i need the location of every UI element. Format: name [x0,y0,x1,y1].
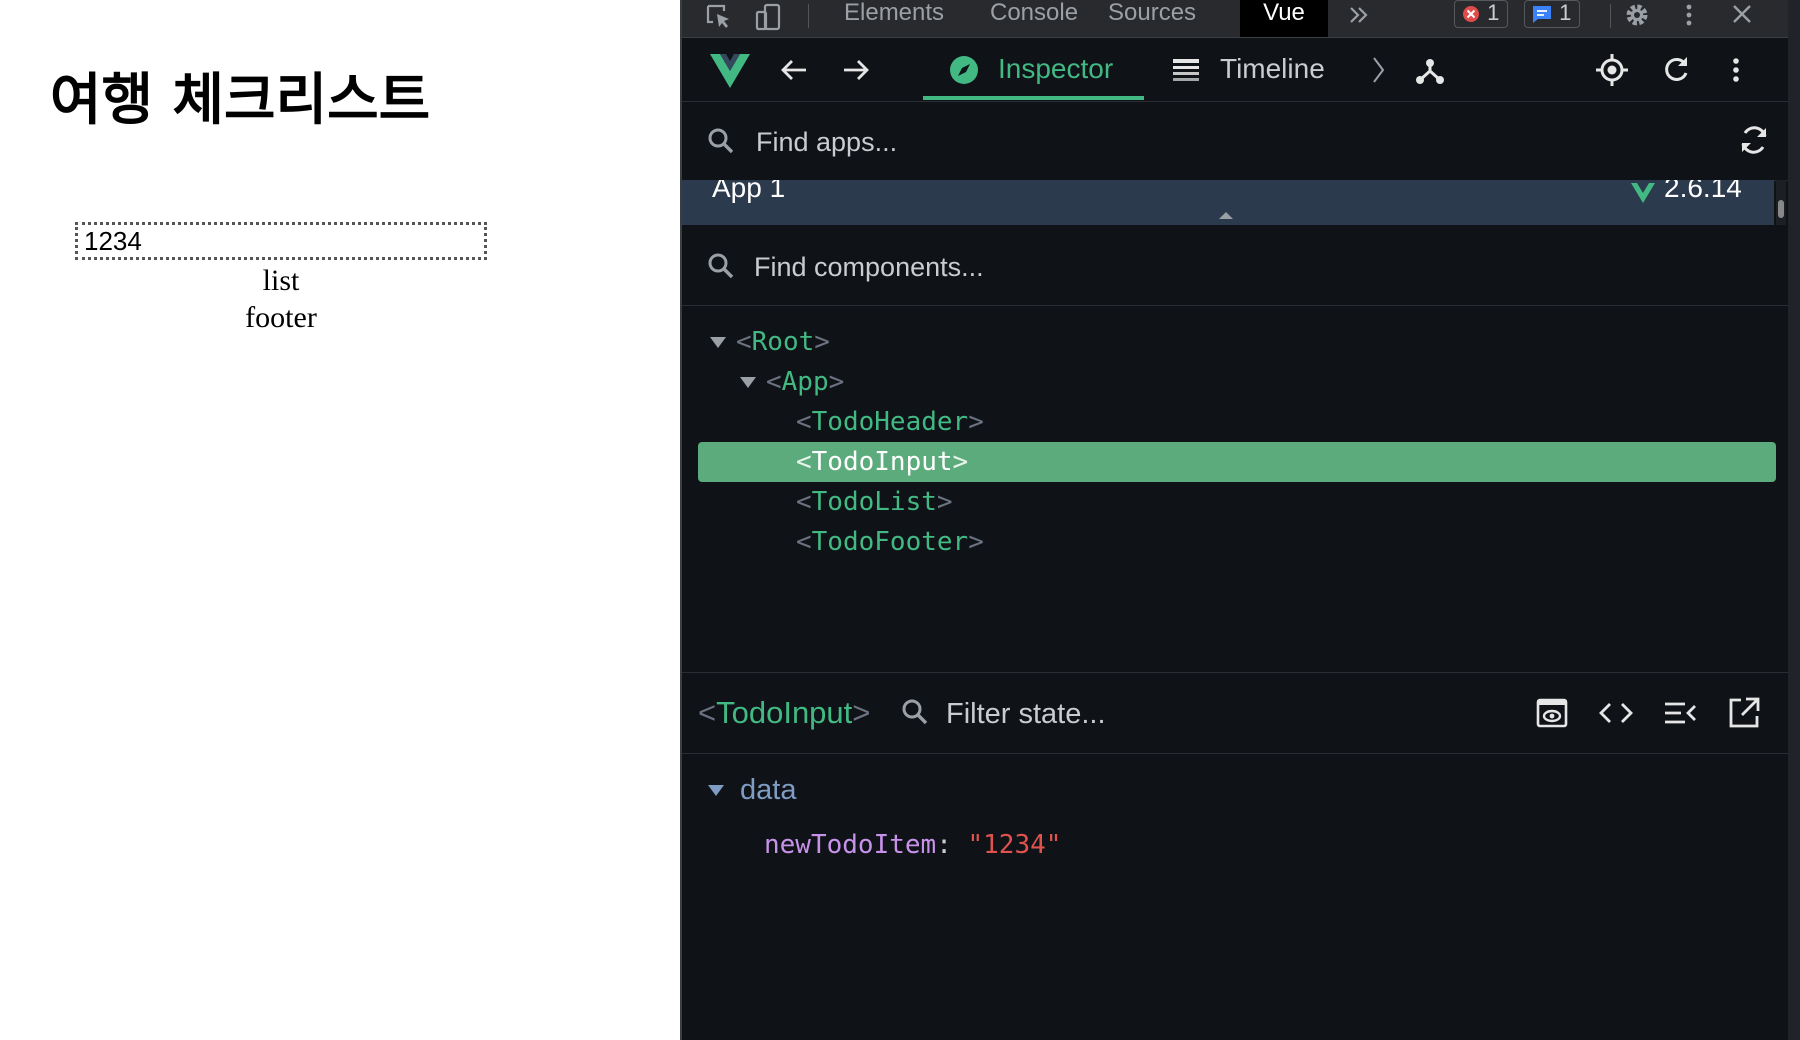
app-list-scrollbar[interactable] [1776,180,1786,225]
tree-node-todoinput[interactable]: <TodoInput> [698,442,1776,482]
tree-node-label: TodoInput [811,447,953,477]
collapse-list-icon[interactable] [1662,695,1698,731]
open-in-editor-icon[interactable] [1726,695,1762,731]
tree-node-todoheader[interactable]: <TodoHeader> [698,402,1776,442]
tab-console[interactable]: Console [970,0,1098,37]
back-arrow-icon[interactable] [776,52,812,88]
devtools-panel: Elements Console Sources Vue 1 1 Inspect… [680,0,1800,1040]
error-icon [1463,6,1479,23]
page-title: 여행 체크리스트 [50,67,431,133]
state-field-row[interactable]: newTodoItem: "1234" [764,830,1061,860]
tree-node-label: App [781,367,829,397]
state-panel: data newTodoItem: "1234" [682,754,1788,1040]
tree-node-label: Root [751,327,815,357]
tab-sources[interactable]: Sources [1088,0,1216,37]
vue-toolbar: Inspector Timeline [682,38,1788,102]
state-inspector-header: <TodoInput> [682,673,1788,754]
state-field-key: newTodoItem [764,830,937,860]
tree-node-label: TodoFooter [811,527,969,557]
vue-logo-icon [1630,182,1656,209]
todo-input[interactable] [75,222,487,260]
devtools-scrollbar[interactable] [1788,0,1800,1040]
active-tab-indicator [923,96,1144,100]
sync-icon[interactable] [1736,122,1772,163]
timeline-icon [1170,54,1202,86]
chevron-right-icon[interactable] [1360,52,1396,88]
selected-component-name: <TodoInput> [698,695,871,730]
more-vertical-icon[interactable] [1674,2,1704,32]
code-brackets-icon[interactable] [1598,695,1634,731]
todo-footer-text: footer [245,301,317,334]
devtools-tabbar: Elements Console Sources Vue 1 1 [682,0,1788,38]
error-count: 1 [1487,0,1500,25]
vue-logo-icon [708,48,752,92]
tree-node-label: TodoList [811,487,937,517]
find-apps-bar [682,102,1788,181]
inspect-element-icon[interactable] [704,2,734,32]
tab-vue[interactable]: Vue [1240,0,1328,37]
caret-down-icon[interactable] [740,377,756,388]
vue-version: 2.6.14 [1664,180,1742,203]
tab-timeline[interactable]: Timeline [1220,38,1325,100]
more-vertical-icon[interactable] [1718,52,1754,88]
find-apps-input[interactable] [754,122,1658,162]
select-component-target-icon[interactable] [1594,52,1630,88]
tab-elements[interactable]: Elements [824,0,964,37]
todo-list-text: list [262,264,300,297]
search-icon [706,251,736,286]
caret-up-icon[interactable] [1218,207,1234,225]
tab-inspector[interactable]: Inspector [998,38,1113,100]
search-icon [706,126,736,161]
message-count: 1 [1559,0,1572,25]
forward-arrow-icon[interactable] [838,52,874,88]
refresh-icon[interactable] [1658,52,1694,88]
tree-node-todofooter[interactable]: <TodoFooter> [698,522,1776,562]
tree-node-app[interactable]: <App> [698,362,1776,402]
scroll-to-component-icon[interactable] [1534,695,1570,731]
tree-node-root[interactable]: <Root> [698,322,1776,362]
find-components-input[interactable] [752,246,1716,288]
data-section-label[interactable]: data [740,774,796,807]
message-icon [1533,6,1551,24]
caret-down-icon[interactable] [708,785,724,796]
tree-node-label: TodoHeader [811,407,969,437]
message-counter[interactable]: 1 [1524,0,1581,28]
compass-icon [948,54,980,86]
state-field-value[interactable]: "1234" [968,830,1062,860]
error-counter[interactable]: 1 [1454,0,1509,28]
app-selector-row[interactable]: App 1 2.6.14 [682,180,1774,225]
selected-component-label: TodoInput [716,695,853,730]
settings-gear-icon[interactable] [1622,2,1652,32]
find-components-bar [682,226,1788,306]
app-page: 여행 체크리스트 list footer [0,0,680,1040]
filter-state-box [944,693,1484,735]
component-tree-icon[interactable] [1412,52,1448,88]
component-tree: <Root> <App> <TodoHeader> <TodoInput> <T… [682,306,1788,673]
filter-state-input[interactable] [944,693,1468,735]
device-toggle-icon[interactable] [754,2,784,32]
search-icon [900,697,930,732]
app-name: App 1 [712,180,786,203]
tree-node-todolist[interactable]: <TodoList> [698,482,1776,522]
double-chevron-right-icon[interactable] [1344,2,1374,32]
caret-down-icon[interactable] [710,337,726,348]
close-icon[interactable] [1728,2,1758,32]
